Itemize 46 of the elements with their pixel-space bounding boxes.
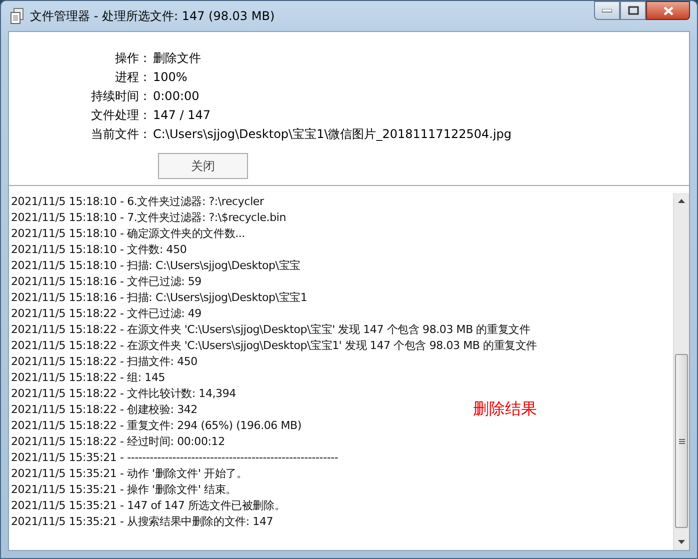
log-line: 2021/11/5 15:18:22 - 在源文件夹 'C:\Users\sjjog\Desktop\宝宝' 发现 147 个包含 98.03 MB 的重复文件: [11, 322, 530, 338]
field-value: 删除文件: [152, 50, 202, 66]
log-line: 2021/11/5 15:18:16 - 扫描: C:\Users\sjjog\Desktop\宝宝1: [11, 290, 308, 306]
log-line: 2021/11/5 15:18:22 - 重复文件: 294 (65%) (196.06 MB): [11, 418, 302, 434]
log-line: 2021/11/5 15:35:21 - --------------------------------------------------------: [11, 450, 338, 466]
log-line: 2021/11/5 15:18:10 - 7.文件夹过滤器: ?:\$recycle.bin: [11, 210, 286, 226]
field-label: 当前文件：: [90, 126, 151, 142]
close-dialog-button[interactable]: 关闭: [158, 153, 248, 179]
grip-icon: [678, 438, 684, 444]
maximize-button[interactable]: [620, 1, 646, 20]
log-line: 2021/11/5 15:18:22 - 在源文件夹 'C:\Users\sjjog\Desktop\宝宝1' 发现 147 个包含 98.03 MB 的重复文件: [11, 338, 538, 354]
log-line: 2021/11/5 15:18:10 - 文件数: 450: [11, 242, 187, 258]
window-title: 文件管理器 - 处理所选文件: 147 (98.03 MB): [30, 8, 276, 24]
log-line: 2021/11/5 15:18:22 - 文件比较计数: 14,394: [11, 386, 236, 402]
scroll-thumb[interactable]: [675, 354, 688, 528]
close-button[interactable]: [646, 1, 690, 20]
minimize-icon: [602, 8, 612, 12]
log-line: 2021/11/5 15:35:21 - 147 of 147 所选文件已被删除。: [11, 498, 286, 514]
close-icon: [662, 6, 674, 16]
log-line: 2021/11/5 15:35:21 - 从搜索结果中删除的文件: 147: [11, 514, 274, 530]
log-line: 2021/11/5 15:18:22 - 组: 145: [11, 370, 166, 386]
log-line: 2021/11/5 15:18:10 - 确定源文件夹的文件数...: [11, 226, 245, 242]
documents-icon: [10, 8, 24, 24]
field-label: 文件处理：: [90, 107, 151, 123]
log-line: 2021/11/5 15:18:10 - 6.文件夹过滤器: ?:\recycler: [11, 194, 264, 210]
log-line: 2021/11/5 15:18:16 - 文件已过滤: 59: [11, 274, 202, 290]
maximize-icon: [628, 6, 638, 15]
field-value: 0:00:00: [152, 88, 200, 104]
log-line: 2021/11/5 15:35:21 - 动作 '删除文件' 开始了。: [11, 466, 248, 482]
log-line: 2021/11/5 15:18:22 - 文件已过滤: 49: [11, 306, 202, 322]
annotation-label: 删除结果: [473, 399, 537, 420]
scroll-down-icon[interactable]: [678, 540, 685, 544]
scrollbar[interactable]: [673, 193, 689, 550]
field-value: 100%: [152, 69, 188, 85]
log-line: 2021/11/5 15:18:22 - 经过时间: 00:00:12: [11, 434, 225, 450]
field-label: 持续时间：: [90, 88, 151, 104]
log-line: 2021/11/5 15:18:22 - 创建校验: 342: [11, 402, 198, 418]
field-label: 操作：: [114, 50, 151, 66]
field-label: 进程：: [114, 69, 151, 85]
scroll-up-icon[interactable]: [678, 199, 685, 203]
field-value: C:\Users\sjjog\Desktop\宝宝1\微信图片_20181117122504.jpg: [152, 126, 513, 142]
minimize-button[interactable]: [594, 1, 620, 20]
field-value: 147 / 147: [152, 107, 212, 123]
log-line: 2021/11/5 15:18:22 - 扫描文件: 450: [11, 354, 198, 370]
log-line: 2021/11/5 15:35:21 - 操作 '删除文件' 结束。: [11, 482, 237, 498]
log-line: 2021/11/5 15:18:10 - 扫描: C:\Users\sjjog\Desktop\宝宝: [11, 258, 300, 274]
